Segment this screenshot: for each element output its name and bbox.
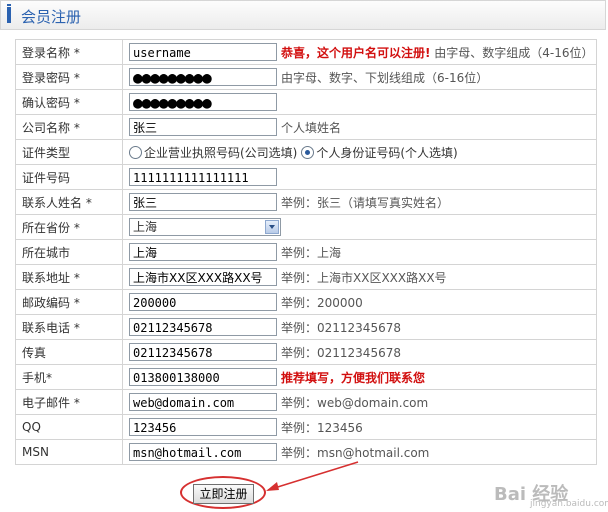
watermark-url: jingyan.baidu.com	[530, 499, 608, 509]
annotation-arrow-icon	[266, 461, 359, 491]
